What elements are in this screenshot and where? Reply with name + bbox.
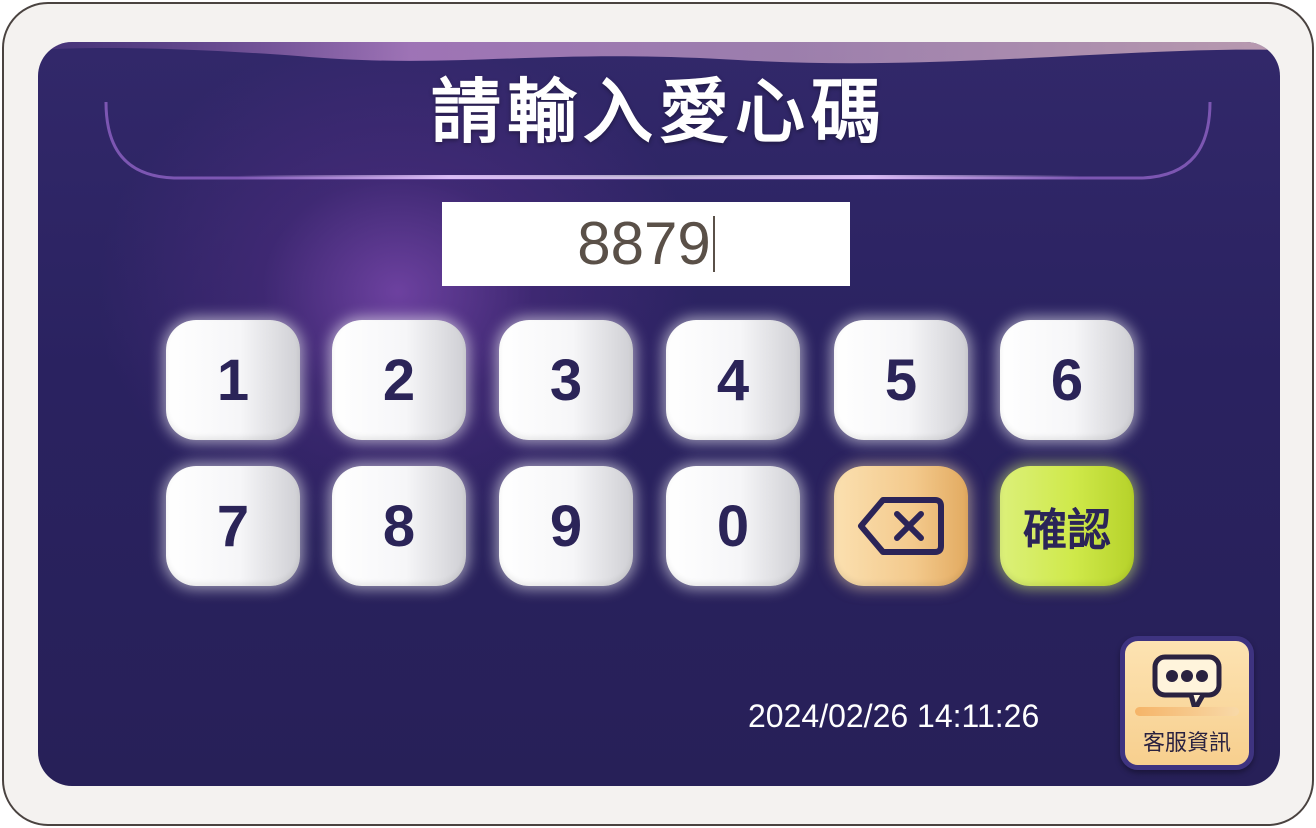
kiosk-screen: 請輸入愛心碼 8879 1 2 3 4 5 6 7 8 9 0 確認 2024/… xyxy=(38,42,1280,786)
key-1[interactable]: 1 xyxy=(166,320,300,440)
customer-service-button[interactable]: 客服資訊 xyxy=(1120,636,1254,770)
title-underline-glow xyxy=(238,175,1080,179)
backspace-icon xyxy=(858,497,944,555)
customer-service-label: 客服資訊 xyxy=(1142,731,1231,756)
text-caret xyxy=(712,216,715,272)
key-9[interactable]: 9 xyxy=(499,466,633,586)
love-code-value: 8879 xyxy=(577,210,711,277)
chat-bubble-icon xyxy=(1152,654,1222,712)
key-2[interactable]: 2 xyxy=(332,320,466,440)
device-frame: 請輸入愛心碼 8879 1 2 3 4 5 6 7 8 9 0 確認 2024/… xyxy=(2,2,1314,826)
current-datetime: 2024/02/26 14:11:26 xyxy=(748,698,1040,734)
backspace-button[interactable] xyxy=(834,466,968,586)
key-8[interactable]: 8 xyxy=(332,466,466,586)
key-7[interactable]: 7 xyxy=(166,466,300,586)
key-0[interactable]: 0 xyxy=(666,466,800,586)
love-code-input[interactable]: 8879 xyxy=(442,202,850,286)
key-6[interactable]: 6 xyxy=(1000,320,1134,440)
key-5[interactable]: 5 xyxy=(834,320,968,440)
key-3[interactable]: 3 xyxy=(499,320,633,440)
page-title: 請輸入愛心碼 xyxy=(431,73,887,151)
service-accent-bar xyxy=(1135,707,1239,716)
confirm-button[interactable]: 確認 xyxy=(1000,466,1134,586)
key-4[interactable]: 4 xyxy=(666,320,800,440)
